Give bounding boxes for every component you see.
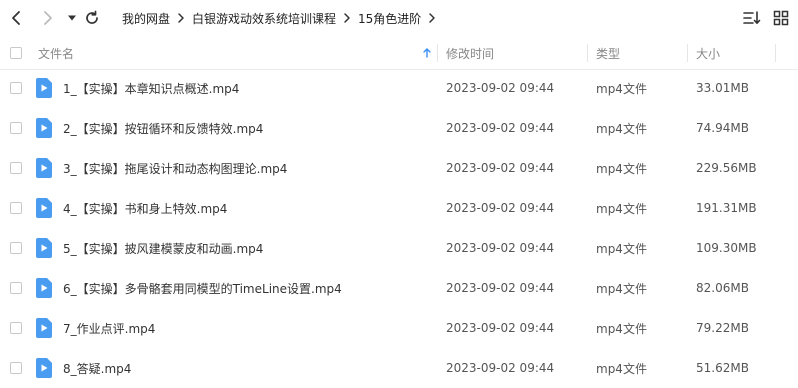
column-header-modified[interactable]: 修改时间 bbox=[446, 37, 494, 69]
chevron-right-icon bbox=[177, 12, 185, 24]
file-modified: 2023-09-02 09:44 bbox=[446, 121, 555, 135]
column-header-type[interactable]: 类型 bbox=[596, 37, 620, 69]
file-name[interactable]: 2_【实操】按钮循环和反馈特效.mp4 bbox=[63, 108, 263, 148]
breadcrumb-item-current[interactable]: 15角色进阶 bbox=[358, 10, 421, 27]
file-type: mp4文件 bbox=[596, 161, 647, 176]
grid-view-icon bbox=[773, 10, 789, 26]
video-file-icon bbox=[36, 118, 52, 138]
file-type: mp4文件 bbox=[596, 241, 647, 256]
forward-button[interactable] bbox=[38, 8, 58, 28]
column-header-modified-label: 修改时间 bbox=[446, 46, 495, 61]
refresh-button[interactable] bbox=[82, 8, 102, 28]
column-divider[interactable] bbox=[587, 44, 588, 62]
file-name[interactable]: 6_【实操】多骨骼套用同模型的TimeLine设置.mp4 bbox=[63, 268, 342, 308]
sort-button[interactable] bbox=[742, 8, 762, 28]
file-size: 33.01MB bbox=[696, 81, 749, 95]
column-header-name[interactable]: 文件名 bbox=[38, 37, 74, 69]
table-row[interactable]: 8_答疑.mp4 2023-09-02 09:44 mp4文件 51.62MB bbox=[0, 348, 798, 388]
column-divider[interactable] bbox=[775, 44, 776, 62]
file-type: mp4文件 bbox=[596, 281, 647, 296]
file-modified: 2023-09-02 09:44 bbox=[446, 81, 555, 95]
row-checkbox[interactable] bbox=[10, 322, 22, 334]
file-modified: 2023-09-02 09:44 bbox=[446, 321, 555, 335]
sort-ascending-arrow-icon[interactable] bbox=[423, 37, 431, 69]
refresh-icon bbox=[86, 10, 98, 24]
video-file-icon bbox=[36, 278, 52, 298]
file-name[interactable]: 1_【实操】本章知识点概述.mp4 bbox=[63, 68, 239, 108]
video-file-icon bbox=[36, 318, 52, 338]
row-checkbox[interactable] bbox=[10, 242, 22, 254]
column-divider[interactable] bbox=[437, 44, 438, 62]
breadcrumb: 我的网盘 白银游戏动效系统培训课程 15角色进阶 bbox=[122, 0, 443, 36]
chevron-right-icon bbox=[428, 12, 436, 24]
file-name[interactable]: 4_【实操】书和身上特效.mp4 bbox=[63, 188, 227, 228]
table-row[interactable]: 5_【实操】披风建模蒙皮和动画.mp4 2023-09-02 09:44 mp4… bbox=[0, 228, 798, 268]
back-button[interactable] bbox=[6, 8, 26, 28]
video-file-icon bbox=[36, 358, 52, 378]
table-row[interactable]: 3_【实操】拖尾设计和动态构图理论.mp4 2023-09-02 09:44 m… bbox=[0, 148, 798, 188]
file-modified: 2023-09-02 09:44 bbox=[446, 241, 555, 255]
file-name[interactable]: 5_【实操】披风建模蒙皮和动画.mp4 bbox=[63, 228, 263, 268]
file-size: 229.56MB bbox=[696, 161, 757, 175]
video-file-icon bbox=[36, 78, 52, 98]
column-header-size[interactable]: 大小 bbox=[696, 37, 720, 69]
sort-list-icon bbox=[743, 11, 761, 24]
file-modified: 2023-09-02 09:44 bbox=[446, 201, 555, 215]
row-checkbox[interactable] bbox=[10, 202, 22, 214]
file-type: mp4文件 bbox=[596, 361, 647, 376]
column-header-size-label: 大小 bbox=[696, 46, 721, 61]
file-type: mp4文件 bbox=[596, 81, 647, 96]
caret-down-icon bbox=[68, 15, 76, 21]
column-header-type-label: 类型 bbox=[596, 46, 621, 61]
file-modified: 2023-09-02 09:44 bbox=[446, 161, 555, 175]
file-size: 191.31MB bbox=[696, 201, 757, 215]
file-size: 51.62MB bbox=[696, 361, 749, 375]
file-size: 109.30MB bbox=[696, 241, 757, 255]
breadcrumb-item-course[interactable]: 白银游戏动效系统培训课程 bbox=[192, 10, 336, 27]
file-type: mp4文件 bbox=[596, 201, 647, 216]
toolbar: 我的网盘 白银游戏动效系统培训课程 15角色进阶 bbox=[0, 0, 798, 36]
chevron-right-icon bbox=[343, 12, 351, 24]
chevron-right-icon bbox=[44, 11, 52, 25]
file-type: mp4文件 bbox=[596, 321, 647, 336]
table-header: 文件名 修改时间 类型 大小 bbox=[0, 37, 798, 70]
file-size: 82.06MB bbox=[696, 281, 749, 295]
table-row[interactable]: 4_【实操】书和身上特效.mp4 2023-09-02 09:44 mp4文件 … bbox=[0, 188, 798, 228]
history-dropdown-button[interactable] bbox=[62, 8, 82, 28]
table-row[interactable]: 6_【实操】多骨骼套用同模型的TimeLine设置.mp4 2023-09-02… bbox=[0, 268, 798, 308]
table-row[interactable]: 7_作业点评.mp4 2023-09-02 09:44 mp4文件 79.22M… bbox=[0, 308, 798, 348]
column-divider[interactable] bbox=[687, 44, 688, 62]
file-name[interactable]: 8_答疑.mp4 bbox=[63, 348, 131, 388]
video-file-icon bbox=[36, 158, 52, 178]
file-modified: 2023-09-02 09:44 bbox=[446, 361, 555, 375]
file-name[interactable]: 7_作业点评.mp4 bbox=[63, 308, 155, 348]
file-size: 79.22MB bbox=[696, 321, 749, 335]
table-row[interactable]: 2_【实操】按钮循环和反馈特效.mp4 2023-09-02 09:44 mp4… bbox=[0, 108, 798, 148]
file-type: mp4文件 bbox=[596, 121, 647, 136]
row-checkbox[interactable] bbox=[10, 282, 22, 294]
file-name[interactable]: 3_【实操】拖尾设计和动态构图理论.mp4 bbox=[63, 148, 287, 188]
row-checkbox[interactable] bbox=[10, 162, 22, 174]
file-modified: 2023-09-02 09:44 bbox=[446, 281, 555, 295]
column-header-name-label: 文件名 bbox=[38, 46, 75, 61]
table-row[interactable]: 1_【实操】本章知识点概述.mp4 2023-09-02 09:44 mp4文件… bbox=[0, 68, 798, 108]
select-all-checkbox[interactable] bbox=[10, 47, 22, 59]
video-file-icon bbox=[36, 198, 52, 218]
grid-view-button[interactable] bbox=[771, 8, 791, 28]
breadcrumb-item-root[interactable]: 我的网盘 bbox=[122, 10, 170, 27]
chevron-left-icon bbox=[12, 11, 20, 25]
file-size: 74.94MB bbox=[696, 121, 749, 135]
video-file-icon bbox=[36, 238, 52, 258]
row-checkbox[interactable] bbox=[10, 82, 22, 94]
row-checkbox[interactable] bbox=[10, 122, 22, 134]
row-checkbox[interactable] bbox=[10, 362, 22, 374]
